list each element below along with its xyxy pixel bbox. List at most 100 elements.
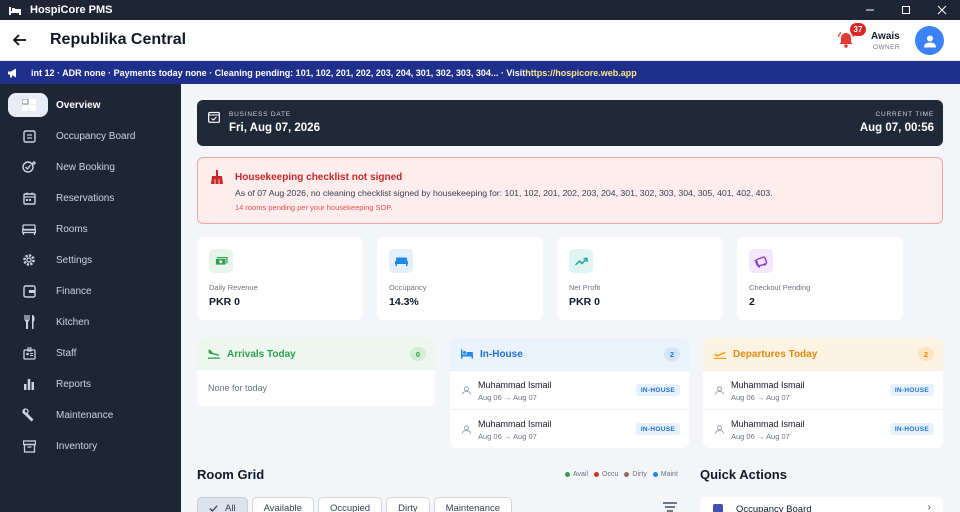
status-badge: IN-HOUSE: [635, 384, 680, 396]
board-icon: [713, 504, 723, 512]
sidebar-item-reservations[interactable]: Reservations: [8, 186, 175, 210]
current-time-label: CURRENT TIME: [875, 111, 934, 118]
alert-message: As of 07 Aug 2026, no cleaning checklist…: [235, 188, 773, 198]
business-date-value: Fri, Aug 07, 2026: [229, 122, 320, 134]
stat-card-net-profit[interactable]: Net Profit PKR 0: [557, 237, 723, 320]
avatar[interactable]: [915, 26, 944, 55]
legend-item-avail: Avail: [565, 471, 588, 478]
stat-card-occupancy[interactable]: Occupancy 14.3%: [377, 237, 543, 320]
sidebar-item-kitchen[interactable]: Kitchen: [8, 310, 175, 334]
sidebar-item-overview[interactable]: Overview: [8, 93, 175, 117]
close-icon: [937, 5, 947, 15]
dashboard-icon: [22, 98, 36, 112]
quick-action-occupancy-board[interactable]: Occupancy Board ›: [700, 497, 943, 512]
ticker-link[interactable]: https://hospicore.web.app: [525, 68, 637, 78]
luggage-icon: [749, 249, 773, 273]
room-filter-chips: All Available Occupied Dirty Maintenance: [197, 497, 516, 512]
housekeeping-alert: Housekeeping checklist not signed As of …: [197, 157, 943, 224]
business-date-bar: BUSINESS DATE Fri, Aug 07, 2026 CURRENT …: [197, 100, 943, 146]
stat-card-daily-revenue[interactable]: Daily Revenue PKR 0: [197, 237, 363, 320]
filter-chip-occupied[interactable]: Occupied: [317, 497, 383, 512]
legend-item-dirty: Dirty: [624, 471, 647, 478]
calendar-icon: [22, 191, 36, 205]
legend-item-maint: Maint: [652, 471, 678, 478]
badge-icon: [22, 346, 36, 360]
user-role: OWNER: [873, 44, 900, 51]
guest-row[interactable]: Muhammad Ismail Aug 06 → Aug 07 IN-HOUSE: [703, 409, 943, 448]
broom-icon: [211, 170, 223, 184]
departures-header: Departures Today 2: [703, 338, 943, 370]
alert-note: 14 rooms pending per your housekeeping S…: [235, 203, 393, 212]
chevron-right-icon: ›: [927, 502, 931, 512]
room-grid-legend: Avail Occu Dirty Maint: [565, 471, 684, 478]
wallet-icon: [22, 284, 36, 298]
wrench-icon: [22, 408, 36, 422]
sidebar-item-rooms[interactable]: Rooms: [8, 217, 175, 241]
page-title: Republika Central: [50, 31, 187, 48]
check-icon: [209, 504, 218, 512]
sidebar-item-new-booking[interactable]: New Booking: [8, 155, 175, 179]
ticker-text: int 12 · ADR none · Payments today none …: [31, 67, 526, 78]
arrivals-panel: Arrivals Today 0 None for today: [197, 338, 435, 406]
cash-icon: [209, 249, 233, 273]
sidebar-item-maintenance[interactable]: Maintenance: [8, 403, 175, 427]
arrow-left-icon[interactable]: [12, 32, 28, 48]
minimize-icon: [866, 9, 874, 11]
window-titlebar: HospiCore PMS: [0, 0, 960, 20]
inhouse-panel: In-House 2 Muhammad Ismail Aug 06 → Aug …: [450, 338, 689, 448]
departures-count: 2: [918, 347, 934, 361]
filter-chip-dirty[interactable]: Dirty: [386, 497, 430, 512]
plane-landing-icon: [208, 349, 220, 359]
minimize-button[interactable]: [852, 0, 888, 20]
current-time-value: Aug 07, 00:56: [859, 122, 934, 134]
bed-icon: [389, 249, 413, 273]
departures-panel: Departures Today 2 Muhammad Ismail Aug 0…: [703, 338, 943, 448]
megaphone-icon: [8, 68, 16, 77]
sidebar-item-finance[interactable]: Finance: [8, 279, 175, 303]
archive-icon: [22, 439, 36, 453]
board-icon: [22, 129, 36, 143]
sort-icon[interactable]: [663, 502, 677, 512]
main-content: BUSINESS DATE Fri, Aug 07, 2026 CURRENT …: [181, 84, 960, 512]
user-name: Awais: [871, 31, 900, 42]
quick-actions-title: Quick Actions: [700, 467, 787, 482]
sidebar: Overview Occupancy Board New Booking Res…: [0, 84, 181, 512]
business-date-label: BUSINESS DATE: [229, 111, 291, 118]
stat-card-checkout-pending[interactable]: Checkout Pending 2: [737, 237, 903, 320]
bed-icon: [9, 7, 21, 15]
alert-title: Housekeeping checklist not signed: [235, 172, 403, 183]
bar-chart-icon: [22, 377, 36, 391]
room-grid-title: Room Grid: [197, 467, 265, 482]
announcement-ticker: int 12 · ADR none · Payments today none …: [0, 61, 960, 84]
window-title: HospiCore PMS: [30, 4, 113, 16]
status-badge: IN-HOUSE: [635, 423, 680, 435]
sidebar-item-occupancy-board[interactable]: Occupancy Board: [8, 124, 175, 148]
guest-row[interactable]: Muhammad Ismail Aug 06 → Aug 07 IN-HOUSE: [450, 409, 689, 448]
bed-icon: [22, 222, 36, 236]
plane-takeoff-icon: [714, 351, 726, 359]
close-window-button[interactable]: [924, 0, 960, 20]
filter-chip-all[interactable]: All: [197, 497, 248, 512]
status-badge: IN-HOUSE: [889, 384, 934, 396]
sidebar-item-staff[interactable]: Staff: [8, 341, 175, 365]
arrivals-empty: None for today: [208, 383, 268, 393]
filter-chip-available[interactable]: Available: [251, 497, 314, 512]
notification-badge: 37: [850, 23, 866, 36]
calendar-check-icon: [208, 111, 220, 123]
sidebar-item-inventory[interactable]: Inventory: [8, 434, 175, 458]
person-icon: [462, 425, 471, 434]
person-icon: [462, 386, 471, 395]
guest-row[interactable]: Muhammad Ismail Aug 06 → Aug 07 IN-HOUSE: [703, 370, 943, 409]
sidebar-item-settings[interactable]: Settings: [8, 248, 175, 272]
sidebar-item-reports[interactable]: Reports: [8, 372, 175, 396]
filter-chip-maintenance[interactable]: Maintenance: [433, 497, 513, 512]
guest-row[interactable]: Muhammad Ismail Aug 06 → Aug 07 IN-HOUSE: [450, 370, 689, 409]
user-icon: [923, 35, 936, 47]
maximize-button[interactable]: [888, 0, 924, 20]
arrivals-count: 0: [410, 347, 426, 361]
arrivals-header: Arrivals Today 0: [197, 338, 435, 370]
status-badge: IN-HOUSE: [889, 423, 934, 435]
trend-up-icon: [569, 249, 593, 273]
person-icon: [715, 425, 724, 434]
person-icon: [715, 386, 724, 395]
